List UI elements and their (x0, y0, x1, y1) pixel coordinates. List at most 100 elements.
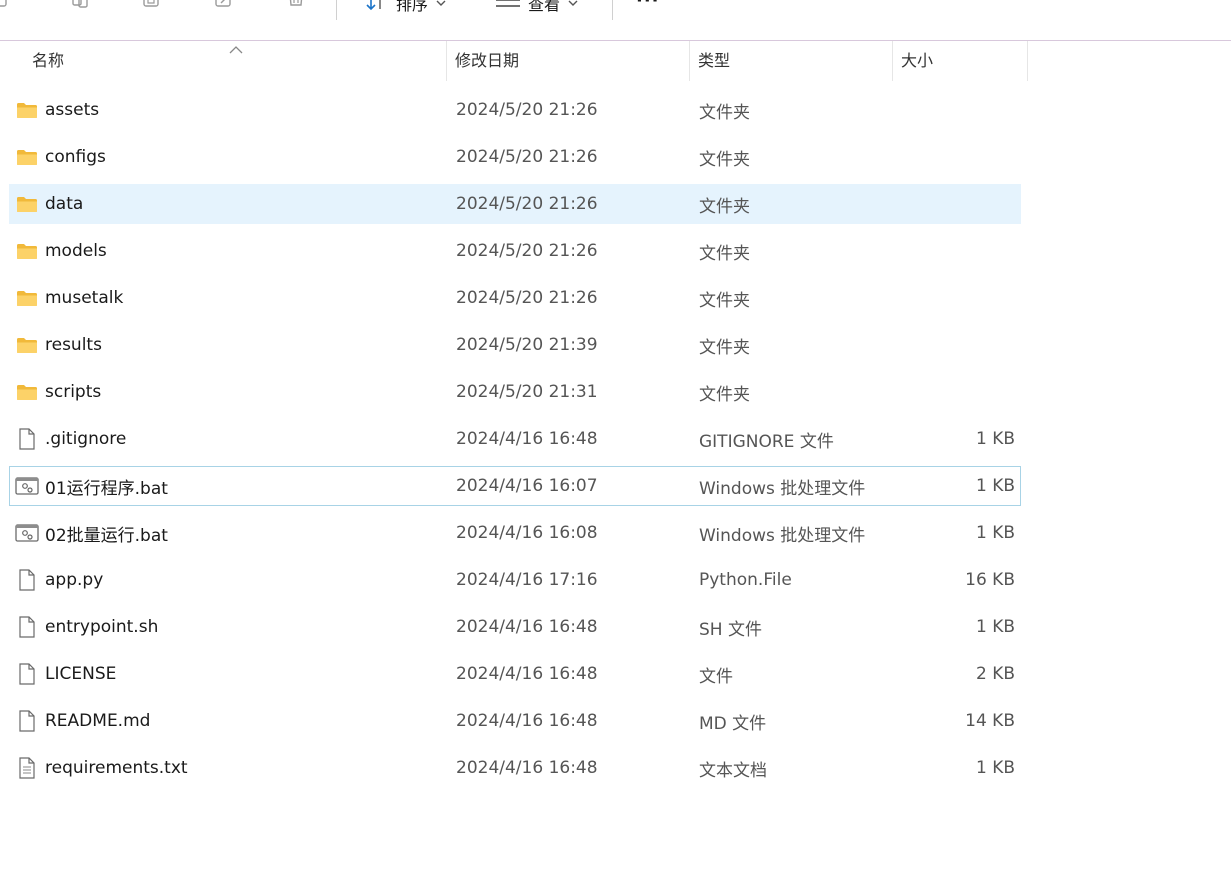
file-row-12[interactable]: LICENSE 2024/4/16 16:48 文件 2 KB (9, 654, 1021, 694)
paste-icon[interactable] (142, 0, 162, 10)
file-row-1[interactable]: configs 2024/5/20 21:26 文件夹 (9, 137, 1021, 177)
toolbar-separator (336, 0, 337, 20)
file-size: 1 KB (975, 429, 1015, 449)
file-size: 14 KB (965, 711, 1015, 731)
file-name: .gitignore (45, 429, 127, 449)
view-button[interactable]: 查看 (496, 0, 578, 14)
folder-icon (15, 372, 39, 412)
file-row-14[interactable]: requirements.txt 2024/4/16 16:48 文本文档 1 … (9, 748, 1021, 788)
file-name: requirements.txt (45, 758, 188, 778)
delete-icon[interactable] (286, 0, 306, 10)
file-modified-date: 2024/5/20 21:26 (456, 147, 598, 167)
file-row-0[interactable]: assets 2024/5/20 21:26 文件夹 (9, 90, 1021, 130)
folder-icon (15, 278, 39, 318)
file-type: Windows 批处理文件 (699, 478, 866, 499)
file-modified-date: 2024/4/16 16:48 (456, 711, 598, 731)
file-row-13[interactable]: README.md 2024/4/16 16:48 MD 文件 14 KB (9, 701, 1021, 741)
file-name: 01运行程序.bat (45, 478, 168, 499)
file-modified-date: 2024/5/20 21:26 (456, 241, 598, 261)
file-size: 2 KB (975, 664, 1015, 684)
file-type: 文本文档 (699, 760, 767, 781)
file-modified-date: 2024/5/20 21:26 (456, 194, 598, 214)
file-type: 文件 (699, 666, 733, 687)
file-type: 文件夹 (699, 196, 750, 217)
file-type: GITIGNORE 文件 (699, 431, 834, 452)
file-row-9[interactable]: 02批量运行.bat 2024/4/16 16:08 Windows 批处理文件… (9, 513, 1021, 553)
folder-icon (15, 137, 39, 177)
file-type: SH 文件 (699, 619, 762, 640)
folder-icon (15, 184, 39, 224)
file-type: Windows 批处理文件 (699, 525, 866, 546)
file-modified-date: 2024/5/20 21:26 (456, 100, 598, 120)
batch-file-icon (15, 513, 39, 553)
file-row-7[interactable]: .gitignore 2024/4/16 16:48 GITIGNORE 文件 … (9, 419, 1021, 459)
sort-button-label: 排序 (396, 0, 429, 14)
file-name: app.py (45, 570, 104, 590)
file-type: 文件夹 (699, 290, 750, 311)
file-size: 1 KB (975, 617, 1015, 637)
file-row-8[interactable]: 01运行程序.bat 2024/4/16 16:07 Windows 批处理文件… (9, 466, 1021, 506)
file-size: 1 KB (975, 758, 1015, 778)
file-type: 文件夹 (699, 384, 750, 405)
file-row-10[interactable]: app.py 2024/4/16 17:16 Python.File 16 KB (9, 560, 1021, 600)
folder-icon (15, 90, 39, 130)
file-name: assets (45, 100, 100, 120)
file-name: results (45, 335, 102, 355)
file-type: 文件夹 (699, 149, 750, 170)
column-header: 名称 修改日期 类型 大小 (0, 41, 1231, 81)
file-modified-date: 2024/4/16 16:07 (456, 476, 598, 496)
file-icon (15, 701, 39, 741)
copy-icon[interactable] (70, 0, 90, 10)
file-size: 16 KB (965, 570, 1015, 590)
file-name: entrypoint.sh (45, 617, 159, 637)
file-modified-date: 2024/4/16 16:48 (456, 664, 598, 684)
file-row-6[interactable]: scripts 2024/5/20 21:31 文件夹 (9, 372, 1021, 412)
file-modified-date: 2024/5/20 21:39 (456, 335, 598, 355)
file-modified-date: 2024/5/20 21:31 (456, 382, 598, 402)
file-type: MD 文件 (699, 713, 767, 734)
file-name: data (45, 194, 84, 214)
folder-icon (15, 325, 39, 365)
folder-icon (15, 231, 39, 271)
toolbar-separator (612, 0, 613, 20)
file-modified-date: 2024/4/16 16:08 (456, 523, 598, 543)
text-document-icon (15, 748, 39, 788)
file-size: 1 KB (975, 476, 1015, 496)
file-name: README.md (45, 711, 151, 731)
file-name: configs (45, 147, 106, 167)
file-modified-date: 2024/5/20 21:26 (456, 288, 598, 308)
file-type: 文件夹 (699, 243, 750, 264)
column-header-type[interactable]: 类型 (690, 41, 893, 81)
copy-path-icon[interactable] (0, 0, 14, 10)
file-row-11[interactable]: entrypoint.sh 2024/4/16 16:48 SH 文件 1 KB (9, 607, 1021, 647)
file-name: 02批量运行.bat (45, 525, 168, 546)
file-type: 文件夹 (699, 337, 750, 358)
column-header-date[interactable]: 修改日期 (447, 41, 690, 81)
file-name: scripts (45, 382, 102, 402)
column-header-name[interactable]: 名称 (24, 41, 447, 81)
more-options-button[interactable]: ··· (636, 0, 660, 11)
file-row-3[interactable]: models 2024/5/20 21:26 文件夹 (9, 231, 1021, 271)
column-header-size[interactable]: 大小 (893, 41, 1028, 81)
view-button-label: 查看 (528, 0, 561, 14)
file-type: Python.File (699, 570, 792, 590)
file-modified-date: 2024/4/16 16:48 (456, 758, 598, 778)
chevron-down-icon (436, 0, 446, 8)
file-icon (15, 560, 39, 600)
file-modified-date: 2024/4/16 17:16 (456, 570, 598, 590)
file-icon (15, 654, 39, 694)
file-modified-date: 2024/4/16 16:48 (456, 429, 598, 449)
sort-button[interactable]: 排序 (366, 0, 446, 14)
file-row-4[interactable]: musetalk 2024/5/20 21:26 文件夹 (9, 278, 1021, 318)
sort-icon (366, 0, 388, 11)
file-name: musetalk (45, 288, 124, 308)
batch-file-icon (15, 467, 39, 505)
file-row-5[interactable]: results 2024/5/20 21:39 文件夹 (9, 325, 1021, 365)
file-modified-date: 2024/4/16 16:48 (456, 617, 598, 637)
file-size: 1 KB (975, 523, 1015, 543)
file-name: LICENSE (45, 664, 117, 684)
file-type: 文件夹 (699, 102, 750, 123)
file-icon (15, 419, 39, 459)
file-row-2[interactable]: data 2024/5/20 21:26 文件夹 (9, 184, 1021, 224)
rename-icon[interactable] (214, 0, 234, 10)
